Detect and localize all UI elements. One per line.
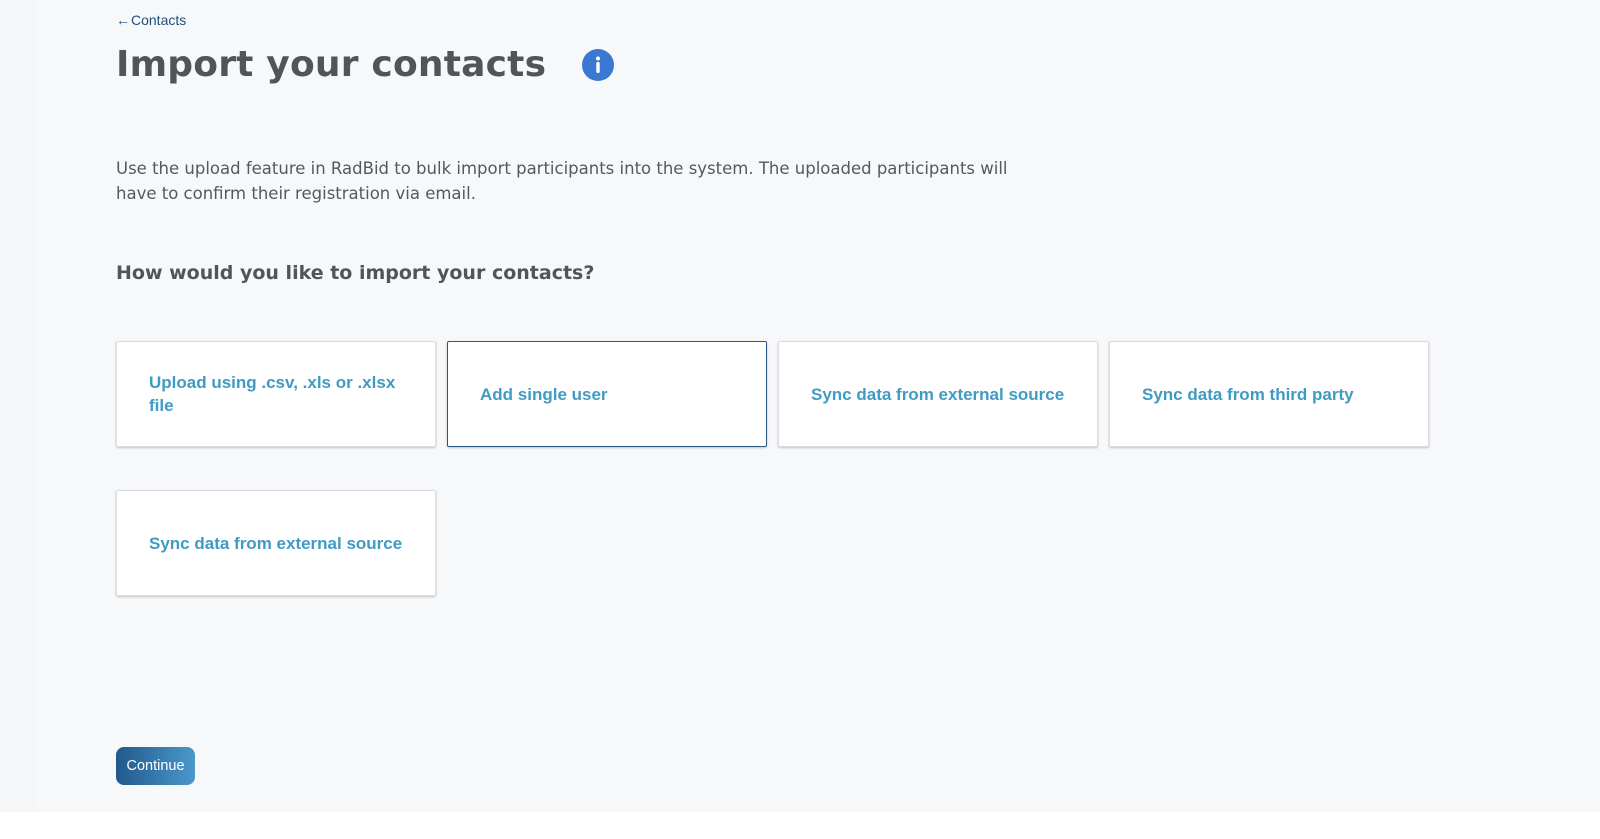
option-label: Sync data from external source	[149, 533, 403, 553]
option-sync-third-party[interactable]: Sync data from third party	[1109, 341, 1429, 447]
page-title: Import your contacts	[116, 44, 547, 85]
option-sync-external-source[interactable]: Sync data from external source	[778, 341, 1098, 447]
import-method-question: How would you like to import your contac…	[116, 262, 595, 284]
option-label: Sync data from third party	[1142, 384, 1354, 404]
option-label: Add single user	[480, 384, 608, 404]
info-icon-glyph	[596, 56, 601, 73]
option-label: Upload using .csv, .xls or .xlsx file	[149, 373, 396, 415]
info-icon[interactable]	[582, 48, 615, 81]
back-to-contacts-link[interactable]: ← Contacts	[116, 12, 186, 28]
option-sync-external-source-2[interactable]: Sync data from external source	[116, 490, 436, 596]
left-margin-strip	[0, 0, 37, 812]
option-upload-file[interactable]: Upload using .csv, .xls or .xlsx file	[116, 341, 436, 447]
back-arrow-icon: ←	[116, 12, 130, 28]
import-description: Use the upload feature in RadBid to bulk…	[116, 159, 1008, 203]
title-row: Import your contacts	[116, 44, 615, 85]
back-link-label: Contacts	[131, 12, 187, 28]
option-label: Sync data from external source	[811, 384, 1065, 404]
continue-button[interactable]: Continue	[116, 747, 195, 785]
option-add-single-user[interactable]: Add single user	[447, 341, 767, 447]
import-options-grid: Upload using .csv, .xls or .xlsx file Ad…	[116, 341, 1446, 596]
